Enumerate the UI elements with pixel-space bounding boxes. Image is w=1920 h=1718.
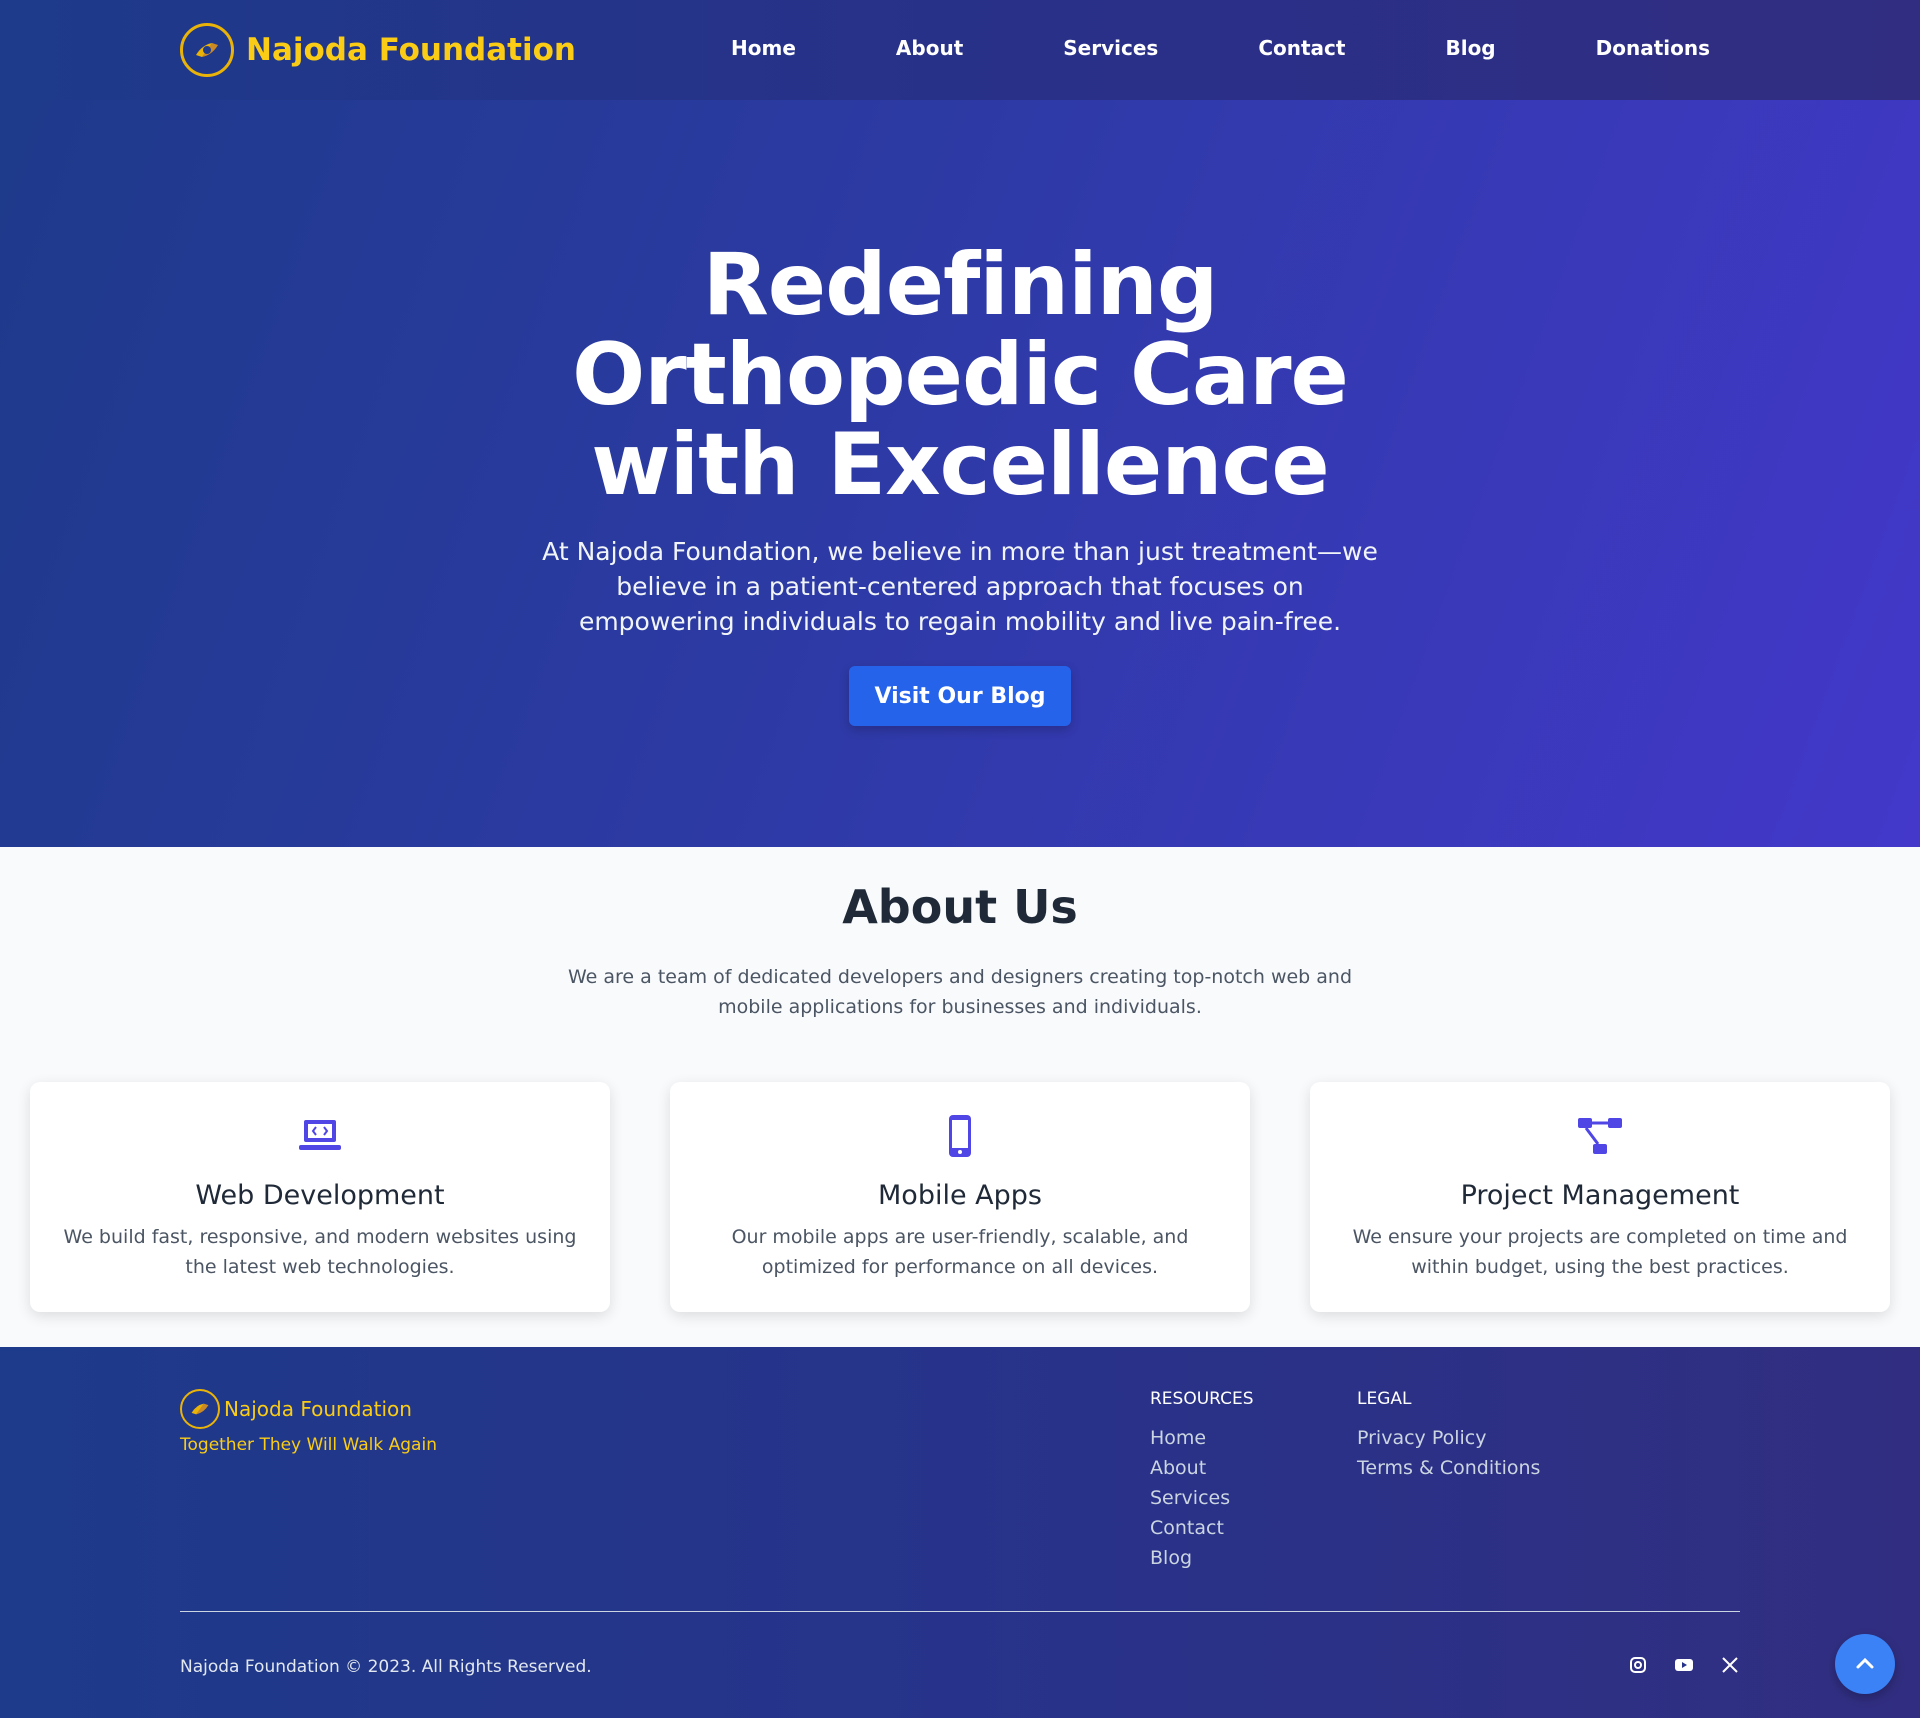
x-twitter-icon[interactable] xyxy=(1720,1655,1740,1675)
hands-logo-icon xyxy=(180,1389,220,1429)
service-card-web: Web Development We build fast, responsiv… xyxy=(30,1082,610,1312)
footer-brand[interactable]: Najoda Foundation xyxy=(180,1389,412,1429)
about-title: About Us xyxy=(842,880,1078,934)
nav-donations[interactable]: Donations xyxy=(1596,36,1710,60)
card-text: Our mobile apps are user-friendly, scala… xyxy=(731,1226,1189,1278)
nav-home[interactable]: Home xyxy=(731,36,796,60)
footer-link-blog[interactable]: Blog xyxy=(1150,1543,1254,1573)
brand-name: Najoda Foundation xyxy=(246,32,576,68)
card-title: Web Development xyxy=(195,1180,445,1211)
hero-title: Redefining Orthopedic Care with Excellen… xyxy=(560,240,1360,510)
hero-section: Redefining Orthopedic Care with Excellen… xyxy=(0,100,1920,847)
laptop-code-icon xyxy=(296,1112,344,1160)
hands-logo-icon xyxy=(180,23,234,77)
nav-about[interactable]: About xyxy=(896,36,963,60)
footer-resources-heading: RESOURCES xyxy=(1150,1389,1254,1409)
hero-description: At Najoda Foundation, we believe in more… xyxy=(542,537,1378,636)
youtube-icon[interactable] xyxy=(1674,1655,1694,1675)
hero-title-line2: Orthopedic Care xyxy=(572,325,1349,425)
footer-link-privacy[interactable]: Privacy Policy xyxy=(1357,1423,1540,1453)
nav-services[interactable]: Services xyxy=(1063,36,1158,60)
footer-link-terms[interactable]: Terms & Conditions xyxy=(1357,1453,1540,1483)
footer-divider xyxy=(180,1611,1740,1612)
hero-title-line3: with Excellence xyxy=(591,415,1330,515)
card-text: We ensure your projects are completed on… xyxy=(1352,1226,1848,1278)
card-title: Project Management xyxy=(1460,1180,1740,1211)
footer-legal-heading: LEGAL xyxy=(1357,1389,1412,1409)
social-links xyxy=(1628,1655,1740,1675)
card-title: Mobile Apps xyxy=(878,1180,1042,1211)
footer-link-services[interactable]: Services xyxy=(1150,1483,1254,1513)
footer-resources: RESOURCES Home About Services Contact Bl… xyxy=(1150,1389,1254,1573)
site-header: Najoda Foundation Home About Services Co… xyxy=(0,0,1920,100)
footer-link-about[interactable]: About xyxy=(1150,1453,1254,1483)
about-description: We are a team of dedicated developers an… xyxy=(567,966,1353,1018)
brand-logo-link[interactable]: Najoda Foundation xyxy=(180,23,576,77)
visit-blog-button[interactable]: Visit Our Blog xyxy=(849,666,1071,726)
nav-blog[interactable]: Blog xyxy=(1445,36,1495,60)
site-footer: Najoda Foundation Together They Will Wal… xyxy=(0,1347,1920,1718)
service-card-mobile: Mobile Apps Our mobile apps are user-fri… xyxy=(670,1082,1250,1312)
chevron-up-icon xyxy=(1856,1657,1874,1669)
mobile-phone-icon xyxy=(936,1112,984,1160)
footer-link-home[interactable]: Home xyxy=(1150,1423,1254,1453)
footer-link-contact[interactable]: Contact xyxy=(1150,1513,1254,1543)
card-text: We build fast, responsive, and modern we… xyxy=(63,1226,577,1278)
main-nav: Home About Services Contact Blog Donatio… xyxy=(731,36,1710,60)
instagram-icon[interactable] xyxy=(1628,1655,1648,1675)
project-diagram-icon xyxy=(1576,1112,1624,1160)
hero-title-line1: Redefining xyxy=(702,235,1219,335)
footer-tagline: Together They Will Walk Again xyxy=(180,1435,437,1455)
footer-brand-name: Najoda Foundation xyxy=(224,1397,412,1421)
back-to-top-button[interactable] xyxy=(1835,1634,1895,1694)
service-card-project: Project Management We ensure your projec… xyxy=(1310,1082,1890,1312)
nav-contact[interactable]: Contact xyxy=(1258,36,1345,60)
footer-copyright: Najoda Foundation © 2023. All Rights Res… xyxy=(180,1657,592,1677)
footer-legal: LEGAL Privacy Policy Terms & Conditions xyxy=(1357,1389,1540,1483)
